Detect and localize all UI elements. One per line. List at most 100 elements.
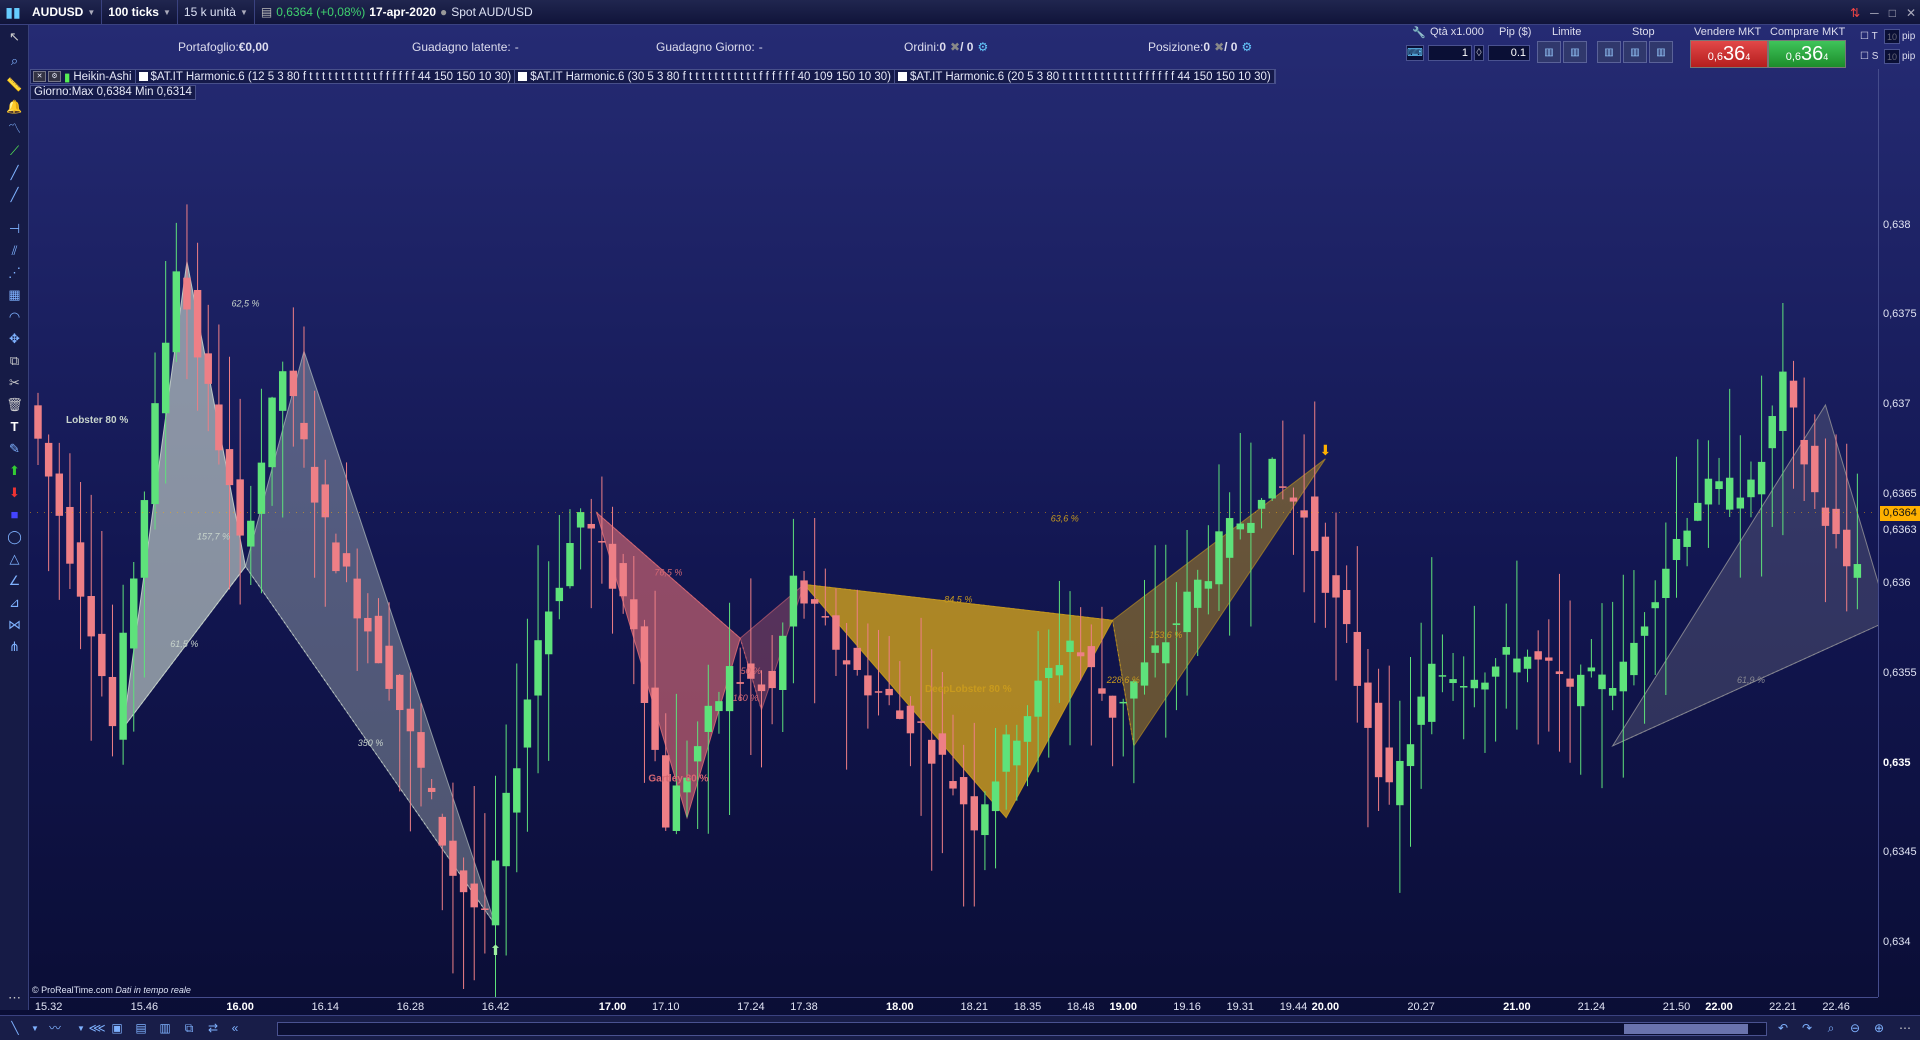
zoom-icon[interactable]: ⌕ — [6, 53, 23, 68]
pattern-ratio-label: 63,6 % — [1051, 514, 1079, 524]
line-icon[interactable]: ╱ — [6, 187, 23, 202]
scroll-start-icon[interactable]: « — [226, 1020, 244, 1037]
candle-body — [140, 500, 149, 578]
pen-icon[interactable]: ✎ — [6, 441, 23, 456]
pattern-name: DeepLobster 80 % — [925, 684, 1012, 695]
buy-market-button[interactable]: 0,6 36 4 — [1768, 40, 1846, 68]
units-selector[interactable]: 15 k unità ▼ — [178, 0, 255, 25]
undo-icon[interactable]: ↶ — [1774, 1020, 1792, 1037]
indicator-harmonic-2[interactable]: $AT.IT Harmonic.6 (30 5 3 80 f t t t t t… — [515, 70, 895, 83]
tp-pips-input[interactable]: 10 — [1884, 29, 1900, 44]
ruler-icon[interactable]: 📏 — [6, 77, 23, 92]
indicator-heikin-ashi[interactable]: ▮ Heikin-Ashi — [61, 70, 136, 84]
rectangle-icon[interactable]: ■ — [6, 507, 23, 522]
stop-extra-button[interactable]: ▥ — [1649, 41, 1673, 63]
tp-checkbox[interactable]: ☐ T — [1860, 31, 1878, 42]
ray-icon[interactable]: ╱ — [6, 165, 23, 180]
zigzag-icon[interactable]: 〽 — [6, 121, 23, 136]
trash-icon[interactable]: 🗑 — [6, 397, 23, 412]
pattern-ratio-label: 84,5 % — [944, 594, 972, 604]
price-chart[interactable]: Lobster 80 % 61,5 % 62,5 % 350 % 157,7 % Gart… — [30, 100, 1878, 997]
sl-checkbox[interactable]: ☐ S — [1860, 51, 1878, 62]
window-icon[interactable]: ▤ — [132, 1020, 150, 1037]
text-icon[interactable]: T — [6, 419, 23, 434]
timeframe-selector[interactable]: 100 ticks ▼ — [102, 0, 178, 25]
chart-type-icon[interactable]: ╲ — [6, 1020, 24, 1037]
hline-icon[interactable]: ⊣ — [6, 221, 23, 236]
price-axis[interactable]: 0,638 0,6375 0,637 0,6365 0,6363 0,636 0,6355 0… — [1878, 69, 1920, 997]
settings-indicator-icon[interactable]: ⚙ — [48, 71, 61, 82]
maximize-icon[interactable]: □ — [1889, 6, 1896, 20]
horizontal-scrollbar[interactable] — [277, 1022, 1767, 1036]
chevron-down-icon: ▼ — [87, 7, 96, 17]
share-icon[interactable]: ⋘ — [88, 1020, 106, 1037]
zoom-in-icon[interactable]: ⊕ — [1870, 1020, 1888, 1037]
gann-icon[interactable]: ⋰ — [6, 265, 23, 280]
time-tick-label: 16.28 — [396, 1001, 425, 1013]
redo-icon[interactable]: ↷ — [1798, 1020, 1816, 1037]
wrench-icon[interactable]: 🔧 — [1412, 26, 1426, 39]
candle-body — [1534, 651, 1542, 660]
indicator-harmonic-1[interactable]: $AT.IT Harmonic.6 (12 5 3 80 f t t t t t… — [136, 70, 516, 83]
time-tick-label: 16.42 — [481, 1001, 510, 1013]
pattern-icon[interactable]: ⋈ — [6, 617, 23, 632]
bell-icon[interactable]: 🔔 — [6, 99, 23, 114]
more-icon[interactable]: ⋯ — [6, 990, 23, 1005]
ellipse-icon[interactable]: ◯ — [6, 529, 23, 544]
tools-icon[interactable]: ✂ — [6, 375, 23, 390]
zoom-out-icon[interactable]: ⊖ — [1846, 1020, 1864, 1037]
minimize-icon[interactable]: ─ — [1870, 6, 1879, 20]
layout-icon[interactable]: ▣ — [108, 1020, 126, 1037]
limit-sell-button[interactable]: ▥ — [1563, 41, 1587, 63]
candle-body — [842, 660, 851, 665]
scroll-thumb[interactable] — [1624, 1024, 1748, 1034]
candle-body — [364, 617, 372, 632]
qty-input[interactable]: 1 — [1428, 45, 1472, 61]
sync-icon[interactable]: ⇄ — [204, 1020, 222, 1037]
qty-stepper[interactable]: ◊ — [1474, 45, 1484, 61]
sell-market-button[interactable]: 0,6 36 4 — [1690, 40, 1768, 68]
pattern-triangle-xab — [1611, 403, 1878, 747]
up-arrow-icon[interactable]: ⬆ — [6, 463, 23, 478]
close-indicator-icon[interactable]: ✕ — [33, 71, 46, 82]
time-axis[interactable]: 15.32 15.46 16.00 16.14 16.28 16.42 17.00 17.10… — [30, 997, 1878, 1015]
candle-body — [1523, 656, 1532, 669]
more-icon[interactable]: ⋯ — [1896, 1020, 1914, 1037]
stop-buy-button[interactable]: ▥ — [1597, 41, 1621, 63]
candle-body — [1279, 486, 1287, 488]
zoom-area-icon[interactable]: ⌕ — [1822, 1020, 1840, 1037]
candle-body — [1821, 507, 1830, 526]
pitchfork-icon[interactable]: ⋔ — [6, 639, 23, 654]
move-icon[interactable]: ✥ — [6, 331, 23, 346]
pip-input[interactable]: 0.1 — [1488, 45, 1530, 61]
triangle-icon[interactable]: △ — [6, 551, 23, 566]
keyboard-icon[interactable]: ⌨ — [1406, 45, 1424, 61]
orders-info[interactable]: Ordini:0 ✖/ 0 ⚙ — [900, 40, 988, 54]
stop-sell-button[interactable]: ▥ — [1623, 41, 1647, 63]
indicator-harmonic-3[interactable]: $AT.IT Harmonic.6 (20 5 3 80 t t t t t t… — [895, 70, 1275, 83]
trendline-icon[interactable]: ⟋ — [6, 143, 23, 158]
symbol-selector[interactable]: AUDUSD ▼ — [26, 0, 103, 25]
cursor-icon[interactable]: ↖ — [6, 29, 23, 44]
pattern-ratio-label: 157,7 % — [197, 532, 230, 542]
position-info[interactable]: Posizione:0 ✖/ 0 ⚙ — [1144, 40, 1252, 54]
channel-icon[interactable]: ⫽ — [6, 243, 23, 258]
grid-icon[interactable]: ▦ — [6, 287, 23, 302]
alert-icon[interactable]: ⇅ — [1850, 6, 1860, 20]
indicators-icon[interactable]: 〰 — [46, 1020, 64, 1037]
fibonacci-icon[interactable]: ⊿ — [6, 595, 23, 610]
candle-body — [491, 860, 500, 926]
limit-buy-button[interactable]: ▥ — [1537, 41, 1561, 63]
down-arrow-icon[interactable]: ⬇ — [6, 485, 23, 500]
fibonacci-fan-icon[interactable]: ◠ — [6, 309, 23, 324]
copy-icon[interactable]: ⧉ — [6, 353, 23, 368]
candle-body — [1651, 602, 1659, 609]
screens-icon[interactable]: ⧉ — [180, 1020, 198, 1037]
close-icon[interactable]: ✕ — [1906, 6, 1916, 20]
last-price-tag: 0,6364 — [1880, 505, 1920, 521]
save-icon[interactable]: ▥ — [156, 1020, 174, 1037]
sl-pips-input[interactable]: 10 — [1884, 49, 1900, 64]
time-tick-label: 17.24 — [737, 1001, 765, 1013]
chevron-down-icon[interactable]: ▼ — [26, 1020, 44, 1037]
angle-icon[interactable]: ∠ — [6, 573, 23, 588]
